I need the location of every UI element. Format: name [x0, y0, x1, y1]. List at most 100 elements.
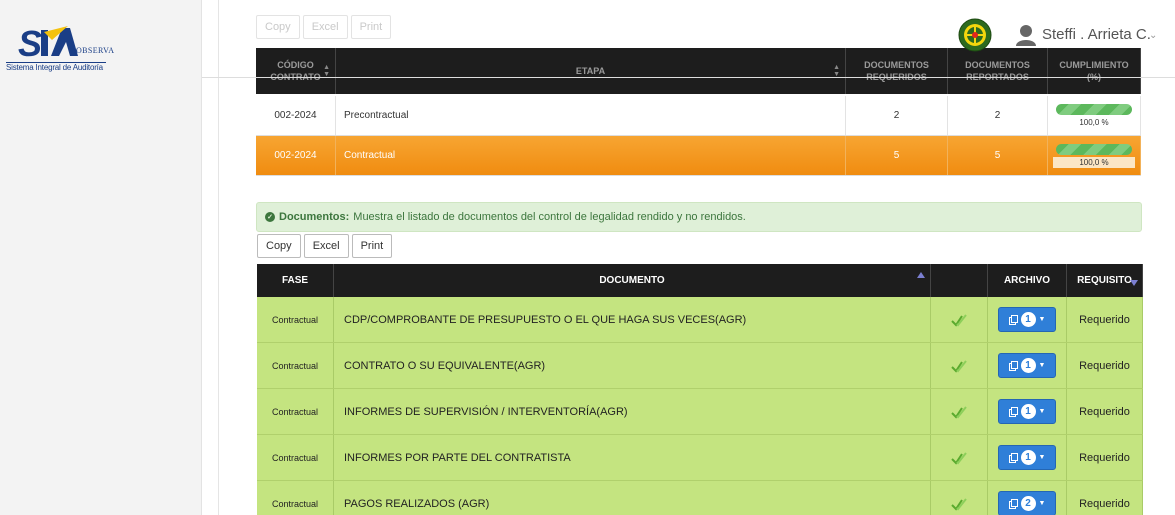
cell-fase: Contractual — [257, 297, 334, 342]
table-row[interactable]: Contractual CONTRATO O SU EQUIVALENTE(AGR… — [257, 343, 1143, 389]
sidebar: S OBSERVA Sistema Integral de Auditoría — [0, 0, 202, 515]
caret-down-icon: ▼ — [1038, 500, 1046, 507]
cell-reportados: 2 — [948, 96, 1048, 135]
double-check-icon — [951, 451, 967, 465]
cell-etapa: Contractual — [336, 136, 846, 175]
cell-requisito: Requerido — [1067, 435, 1143, 480]
documents-table: FASE DOCUMENTO ARCHIVO REQUISITO Contrac… — [257, 264, 1143, 515]
header-fase[interactable]: FASE — [257, 264, 334, 297]
caret-down-icon: ▼ — [1038, 454, 1046, 461]
cell-requeridos: 2 — [846, 96, 948, 135]
cell-status — [931, 435, 988, 480]
file-count-badge: 1 — [1020, 404, 1036, 419]
cell-fase: Contractual — [257, 435, 334, 480]
cell-documento: CONTRATO O SU EQUIVALENTE(AGR) — [334, 343, 931, 388]
cell-codigo: 002-2024 — [256, 96, 336, 135]
cell-documento: INFORMES POR PARTE DEL CONTRATISTA — [334, 435, 931, 480]
user-avatar-icon[interactable] — [1015, 24, 1037, 46]
caret-down-icon: ▼ — [1038, 316, 1046, 323]
cell-status — [931, 389, 988, 434]
cell-status — [931, 297, 988, 342]
table-row[interactable]: Contractual INFORMES DE SUPERVISIÓN / INT… — [257, 389, 1143, 435]
cell-reportados: 5 — [948, 136, 1048, 175]
file-count-badge: 1 — [1020, 312, 1036, 327]
alert-title: Documentos: — [279, 211, 350, 223]
cell-cumplimiento: 100,0 % — [1048, 136, 1141, 175]
file-dropdown-button[interactable]: 1 ▼ — [998, 399, 1056, 424]
progress-bar — [1056, 103, 1132, 115]
sort-asc-icon — [917, 272, 925, 278]
brand-tagline: Sistema Integral de Auditoría — [6, 63, 103, 72]
brand-observa: OBSERVA — [76, 46, 115, 55]
double-check-icon — [951, 405, 967, 419]
cell-requisito: Requerido — [1067, 481, 1143, 515]
header-divider — [202, 77, 1175, 78]
copy-icon — [1008, 498, 1018, 509]
documents-body: Contractual CDP/COMPROBANTE DE PRESUPUEST… — [257, 297, 1143, 515]
docs-excel-button[interactable]: Excel — [303, 234, 349, 258]
table-row[interactable]: Contractual PAGOS REALIZADOS (AGR) 2 ▼ Reque… — [257, 481, 1143, 515]
cell-requisito: Requerido — [1067, 389, 1143, 434]
double-check-icon — [951, 359, 967, 373]
check-circle-icon: ✓ — [265, 212, 275, 222]
double-check-icon — [951, 313, 967, 327]
documents-info-alert: ✓ Documentos: Muestra el listado de docu… — [256, 202, 1142, 232]
header-documento[interactable]: DOCUMENTO — [334, 264, 931, 297]
table-row[interactable]: Contractual CDP/COMPROBANTE DE PRESUPUEST… — [257, 297, 1143, 343]
cell-archivo: 1 ▼ — [988, 435, 1067, 480]
cell-requisito: Requerido — [1067, 343, 1143, 388]
brand-logo[interactable]: S OBSERVA Sistema Integral de Auditoría — [6, 22, 202, 82]
cell-status — [931, 343, 988, 388]
cell-documento: INFORMES DE SUPERVISIÓN / INTERVENTORÍA(… — [334, 389, 931, 434]
user-name[interactable]: Steffi . Arrieta C. — [1042, 26, 1151, 43]
chevron-down-icon[interactable]: ⌄ — [1149, 30, 1157, 41]
cell-documento: CDP/COMPROBANTE DE PRESUPUESTO O EL QUE … — [334, 297, 931, 342]
cell-documento: PAGOS REALIZADOS (AGR) — [334, 481, 931, 515]
file-count-badge: 2 — [1020, 496, 1036, 511]
copy-icon — [1008, 360, 1018, 371]
progress-label: 100,0 % — [1053, 116, 1135, 128]
cell-fase: Contractual — [257, 389, 334, 434]
cell-etapa: Precontractual — [336, 96, 846, 135]
cell-status — [931, 481, 988, 515]
caret-down-icon: ▼ — [1038, 362, 1046, 369]
institution-seal-icon — [958, 18, 992, 52]
copy-icon — [1008, 452, 1018, 463]
header-requisito[interactable]: REQUISITO — [1067, 264, 1143, 297]
cell-requeridos: 5 — [846, 136, 948, 175]
file-dropdown-button[interactable]: 2 ▼ — [998, 491, 1056, 515]
app-root: S OBSERVA Sistema Integral de Auditoría … — [0, 0, 1175, 515]
file-dropdown-button[interactable]: 1 ▼ — [998, 445, 1056, 470]
cell-cumplimiento: 100,0 % — [1048, 96, 1141, 135]
cell-codigo: 002-2024 — [256, 136, 336, 175]
cell-archivo: 1 ▼ — [988, 297, 1067, 342]
caret-down-icon: ▼ — [1038, 408, 1046, 415]
table-row-selected[interactable]: 002-2024 Contractual 5 5 100,0 % — [256, 136, 1141, 176]
copy-icon — [1008, 406, 1018, 417]
cell-archivo: 1 ▼ — [988, 343, 1067, 388]
sia-logo-icon: S — [18, 24, 78, 60]
docs-print-button[interactable]: Print — [351, 234, 393, 258]
header-archivo[interactable]: ARCHIVO — [988, 264, 1067, 297]
file-count-badge: 1 — [1020, 450, 1036, 465]
cell-fase: Contractual — [257, 343, 334, 388]
docs-copy-button[interactable]: Copy — [257, 234, 301, 258]
alert-text: Muestra el listado de documentos del con… — [353, 211, 746, 223]
file-dropdown-button[interactable]: 1 ▼ — [998, 307, 1056, 332]
sort-desc-icon — [1130, 280, 1138, 286]
docs-export-buttons: Copy Excel Print — [257, 234, 393, 258]
double-check-icon — [951, 497, 967, 511]
header-status — [931, 264, 988, 297]
progress-bar — [1056, 143, 1132, 155]
cell-archivo: 1 ▼ — [988, 389, 1067, 434]
copy-icon — [1008, 314, 1018, 325]
file-dropdown-button[interactable]: 1 ▼ — [998, 353, 1056, 378]
progress-label: 100,0 % — [1053, 156, 1135, 168]
documents-header: FASE DOCUMENTO ARCHIVO REQUISITO — [257, 264, 1143, 297]
file-count-badge: 1 — [1020, 358, 1036, 373]
table-row[interactable]: 002-2024 Precontractual 2 2 100,0 % — [256, 96, 1141, 136]
cell-requisito: Requerido — [1067, 297, 1143, 342]
cell-fase: Contractual — [257, 481, 334, 515]
svg-text:S: S — [18, 24, 42, 60]
table-row[interactable]: Contractual INFORMES POR PARTE DEL CONTRA… — [257, 435, 1143, 481]
